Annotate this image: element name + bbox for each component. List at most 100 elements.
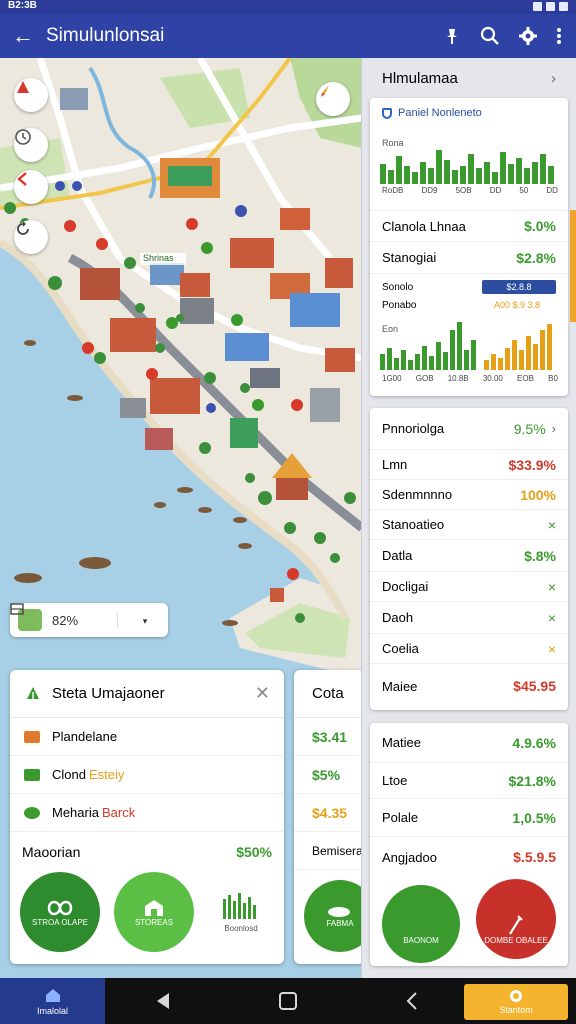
metric-value: 100% (520, 486, 556, 503)
info-row[interactable]: Plandelane (10, 718, 284, 756)
metric-row[interactable]: Matiee 4.9.6% (370, 723, 568, 763)
metric-row[interactable]: Maiee $45.95 (370, 664, 568, 708)
compass-button[interactable] (316, 82, 350, 116)
metric-label: Angjadoo (382, 849, 437, 865)
history-button[interactable] (14, 128, 48, 162)
infinity-icon (47, 900, 73, 915)
metric-row[interactable]: Lmn $33.9% (370, 450, 568, 480)
legend2-label: Ponabo (382, 300, 417, 311)
summary-value: $50% (236, 844, 272, 860)
system-nav-bar: Imalolal Stantom (0, 978, 576, 1024)
nav-home-icon[interactable] (278, 991, 298, 1011)
scrollbar-thumb[interactable] (570, 210, 576, 322)
metric-row[interactable]: Docligai × (370, 572, 568, 602)
pin-icon[interactable] (442, 26, 462, 46)
metric-row[interactable]: Sdenmnnno 100% (370, 480, 568, 510)
clock-icon (15, 129, 31, 145)
chevron-right-icon[interactable]: › (551, 70, 556, 87)
zoom-level[interactable]: 82% (52, 612, 118, 628)
info-summary: Maoorian $50% (10, 832, 284, 872)
analytics-title: Paniel Nonleneto (398, 107, 482, 119)
action-circle-primary[interactable]: STROA OLAPE (20, 872, 100, 952)
app-screen: B2:3B ← Simulunlonsai Shrinas 82% ▾ Stet… (0, 0, 576, 1024)
analytics-card: Paniel Nonleneto Rona RoDB DD9 5OB DD 50 DD C… (370, 98, 568, 396)
route-icon (17, 81, 29, 93)
metric-label: Docligai (382, 579, 429, 594)
info-row[interactable]: Meharia Barck (10, 794, 284, 832)
star-badge-icon (510, 990, 522, 1002)
mini-bars: Boonlosd (208, 891, 274, 933)
metric-row[interactable]: Clanola Lhnaa $.0% (370, 210, 568, 242)
info-row-label: Meharia (52, 805, 99, 820)
metric-value: × (547, 640, 556, 657)
status-time: B2:3B (8, 0, 37, 11)
metrics-list-header[interactable]: Pnnoriolga 9.5% › (370, 408, 568, 450)
fish-icon (328, 906, 350, 917)
metric-row[interactable]: Daoh × (370, 602, 568, 634)
metric-label: Clanola Lhnaa (382, 218, 466, 234)
rotate-button[interactable] (14, 220, 48, 254)
metric-value: $.0% (524, 218, 556, 234)
chat-icon (24, 806, 40, 819)
metric-row[interactable]: Angjadoo $.5.9.5 (370, 837, 568, 877)
metric-label: Lmn (382, 457, 408, 472)
tool-circle-button[interactable]: DOMBE OBALEE (476, 879, 556, 959)
share-button[interactable] (14, 170, 48, 204)
metric-value: $2.8% (516, 249, 556, 266)
info-row[interactable]: Clond Esteiy (10, 756, 284, 794)
start-tab[interactable]: Stantom (464, 984, 568, 1020)
circle-label: STROA OLAPE (31, 917, 89, 927)
store-icon (145, 899, 163, 916)
close-icon[interactable]: ✕ (255, 683, 270, 704)
gear-icon[interactable] (518, 26, 538, 46)
metric-label: Stanoatieo (382, 517, 445, 532)
metric-label: Ltoe (382, 773, 408, 788)
metric-row[interactable]: Datla $.8% (370, 540, 568, 572)
metric-label: Pnnoriolga (382, 421, 445, 436)
category-icon (24, 730, 40, 743)
metric-value: × (547, 609, 556, 626)
right-panel: Hlmulamaa › Paniel Nonleneto Rona RoDB D… (361, 58, 576, 978)
metric-row[interactable]: Coelia × (370, 634, 568, 664)
search-icon[interactable] (480, 26, 500, 46)
home-tab[interactable]: Imalolal (0, 978, 105, 1024)
metric-label: Sdenmnnno (382, 487, 453, 502)
status-icons (533, 2, 568, 11)
right-panel-header[interactable]: Hlmulamaa › (362, 58, 576, 98)
legend2-value: A00 $.9 3.8 (494, 300, 541, 310)
nav-recents-icon[interactable] (402, 991, 422, 1011)
status-bar: B2:3B (0, 0, 576, 14)
arrow-back-icon[interactable]: ← (0, 23, 46, 49)
metric-row[interactable]: Ltoe $21.8% (370, 763, 568, 799)
metric-row[interactable]: Polale 1,0.5% (370, 799, 568, 837)
metric-value: $.8% (524, 547, 556, 564)
metric-value: 4.9.6% (512, 734, 556, 751)
summary-label: Maoorian (22, 844, 81, 860)
metric-row[interactable]: Stanogiai $2.8% (370, 242, 568, 274)
metric-value: $21.8% (508, 772, 556, 789)
action-circle-secondary[interactable]: STOREAS (114, 872, 194, 952)
nav-back-icon[interactable] (153, 991, 173, 1011)
cota-value: Bemisera (294, 832, 364, 870)
chart2-axis: 1G00 GOB 10.8B 30.00 EOB B0 (382, 374, 558, 383)
bars-caption: Boonlosd (224, 924, 258, 933)
cota-circle[interactable]: FABMA (304, 880, 364, 952)
layers-dropdown[interactable]: ▾ (10, 603, 168, 627)
metric-label: Maiee (382, 678, 418, 694)
metric-label: Coelia (382, 641, 419, 656)
info-row-label: Plandelane (52, 729, 118, 744)
circle-label: DOMBE OBALEE (484, 936, 548, 945)
metric-row[interactable]: Stanoatieo × (370, 510, 568, 540)
chart2-bars (380, 322, 552, 370)
chevron-right-icon[interactable]: › (552, 421, 556, 436)
app-bar: ← Simulunlonsai (0, 14, 576, 58)
right-panel-title: Hlmulamaa (382, 69, 458, 87)
metric-label: Stanogiai (382, 250, 437, 265)
metric-value: $45.95 (513, 678, 556, 694)
layers-icon (10, 603, 24, 615)
start-tab-label: Stantom (499, 1005, 533, 1015)
map-mode-button[interactable] (14, 78, 48, 112)
more-vert-icon[interactable] (556, 26, 562, 46)
leaf-circle-button[interactable]: BAONOM (382, 885, 460, 963)
map-zoom-control[interactable]: 82% ▾ (10, 603, 168, 637)
